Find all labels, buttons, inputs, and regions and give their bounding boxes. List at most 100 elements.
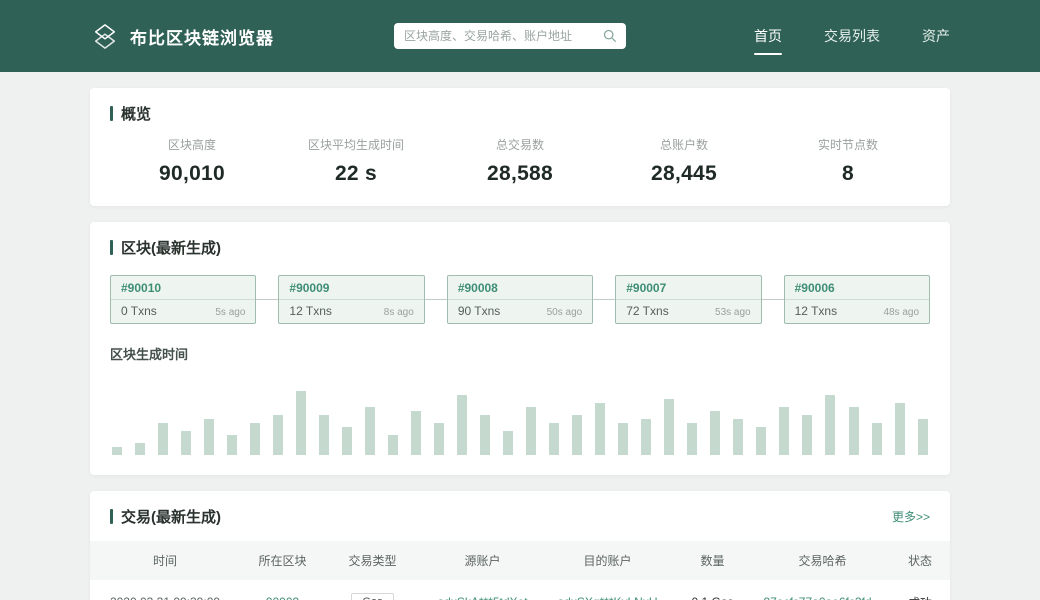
block-time-chart (110, 375, 930, 455)
stat-total-accounts: 总账户数 28,445 (602, 136, 766, 186)
table-header-row: 时间 所在区块 交易类型 源账户 目的账户 数量 交易哈希 状态 (90, 541, 950, 580)
chart-bar (319, 415, 329, 455)
chart-bar (158, 423, 168, 455)
stat-label: 总交易数 (438, 136, 602, 153)
block-txns: 12 Txns (795, 304, 837, 318)
stat-value: 90,010 (110, 162, 274, 186)
col-header-source: 源账户 (420, 541, 545, 580)
search-input[interactable] (394, 23, 626, 49)
chart-bar (825, 395, 835, 455)
chart-bar (641, 419, 651, 455)
chart-bar (135, 443, 145, 455)
tx-source-link[interactable]: adxSkA***5tdXet (437, 595, 527, 600)
block-number-link[interactable]: #90010 (111, 276, 255, 300)
chart-bar (434, 423, 444, 455)
chart-bar (618, 423, 628, 455)
chart-bar (181, 431, 191, 455)
col-header-block: 所在区块 (240, 541, 325, 580)
chart-bar (918, 419, 928, 455)
block-txns: 72 Txns (626, 304, 668, 318)
block-number-link[interactable]: #90007 (616, 276, 760, 300)
col-header-amount: 数量 (670, 541, 755, 580)
chart-bar (503, 431, 513, 455)
chart-bar (112, 447, 122, 455)
search-box (394, 23, 626, 49)
chart-bar (756, 427, 766, 455)
transactions-title: 交易(最新生成) (121, 506, 221, 527)
chart-bar (687, 423, 697, 455)
stat-label: 实时节点数 (766, 136, 930, 153)
chart-bar (250, 423, 260, 455)
nav-item-assets[interactable]: 资产 (922, 18, 950, 55)
overview-card: 概览 区块高度 90,010 区块平均生成时间 22 s 总交易数 28,588… (90, 88, 950, 206)
tx-block-link[interactable]: 90009 (266, 595, 299, 600)
search-icon[interactable] (603, 29, 617, 43)
section-marker (110, 106, 113, 121)
block-age: 48s ago (883, 307, 919, 318)
overview-stats: 区块高度 90,010 区块平均生成时间 22 s 总交易数 28,588 总账… (110, 136, 930, 186)
block-time-chart-title: 区块生成时间 (110, 344, 930, 363)
stat-block-height: 区块高度 90,010 (110, 136, 274, 186)
stat-label: 区块高度 (110, 136, 274, 153)
chart-bar (664, 399, 674, 455)
tx-hash-link[interactable]: 97ecfc77a0ae6fc2fd... (763, 595, 881, 600)
nav-item-transaction-list[interactable]: 交易列表 (824, 18, 880, 55)
col-header-type: 交易类型 (325, 541, 420, 580)
chart-bar (549, 423, 559, 455)
block-age: 8s ago (384, 307, 414, 318)
more-link[interactable]: 更多>> (892, 508, 930, 525)
blocks-title: 区块(最新生成) (121, 237, 221, 258)
transactions-table: 时间 所在区块 交易类型 源账户 目的账户 数量 交易哈希 状态 2020.03… (90, 541, 950, 600)
col-header-time: 时间 (90, 541, 240, 580)
block-age: 53s ago (715, 307, 751, 318)
chart-bar (710, 411, 720, 455)
block-connector (593, 299, 615, 300)
col-header-hash: 交易哈希 (755, 541, 890, 580)
block-card[interactable]: #90006 12 Txns 48s ago (784, 275, 930, 324)
stat-avg-block-time: 区块平均生成时间 22 s (274, 136, 438, 186)
main-nav: 首页 交易列表 资产 (712, 18, 950, 55)
brand: 布比区块链浏览器 (90, 23, 274, 50)
chart-bar (895, 403, 905, 455)
nav-item-home[interactable]: 首页 (754, 18, 782, 55)
block-strip: #90010 0 Txns 5s ago #90009 12 Txns 8s a… (110, 275, 930, 324)
section-marker (110, 240, 113, 255)
stat-value: 22 s (274, 162, 438, 186)
chart-bar (388, 435, 398, 455)
chart-bar (872, 423, 882, 455)
block-number-link[interactable]: #90008 (448, 276, 592, 300)
chart-bar (802, 415, 812, 455)
col-header-dest: 目的账户 (545, 541, 670, 580)
stat-value: 28,588 (438, 162, 602, 186)
stat-value: 8 (766, 162, 930, 186)
tx-time: 2020.03.31 09:39:09 (90, 580, 240, 600)
stat-label: 总账户数 (602, 136, 766, 153)
chart-bar (779, 407, 789, 455)
chart-bar (480, 415, 490, 455)
block-age: 5s ago (215, 307, 245, 318)
latest-transactions-card: 交易(最新生成) 更多>> 时间 所在区块 交易类型 源账户 目的账户 数量 交… (90, 491, 950, 600)
block-card[interactable]: #90008 90 Txns 50s ago (447, 275, 593, 324)
chart-bar (526, 407, 536, 455)
latest-blocks-card: 区块(最新生成) #90010 0 Txns 5s ago #90009 12 … (90, 222, 950, 475)
stat-total-transactions: 总交易数 28,588 (438, 136, 602, 186)
brand-title: 布比区块链浏览器 (130, 24, 274, 49)
tx-dest-link[interactable]: adxSXq***KyLNxU (557, 595, 657, 600)
block-number-link[interactable]: #90009 (279, 276, 423, 300)
chart-bar (733, 419, 743, 455)
main-content: 概览 区块高度 90,010 区块平均生成时间 22 s 总交易数 28,588… (0, 72, 1040, 600)
block-card[interactable]: #90010 0 Txns 5s ago (110, 275, 256, 324)
brand-logo-icon (90, 23, 120, 50)
block-number-link[interactable]: #90006 (785, 276, 929, 300)
block-age: 50s ago (547, 307, 583, 318)
block-txns: 12 Txns (289, 304, 331, 318)
tx-type-badge: Gas (351, 593, 393, 600)
col-header-status: 状态 (890, 541, 950, 580)
block-card[interactable]: #90009 12 Txns 8s ago (278, 275, 424, 324)
section-marker (110, 509, 113, 524)
tx-status: 成功 (890, 580, 950, 600)
chart-bar (572, 415, 582, 455)
chart-bar (849, 407, 859, 455)
block-card[interactable]: #90007 72 Txns 53s ago (615, 275, 761, 324)
chart-bar (595, 403, 605, 455)
